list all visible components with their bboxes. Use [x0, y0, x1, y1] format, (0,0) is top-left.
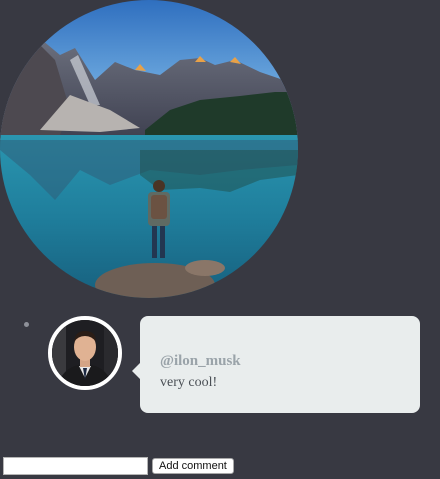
- comment-input[interactable]: [3, 457, 148, 475]
- comment-item: @ilon_musk very cool!: [0, 310, 440, 420]
- mountain-lake-hiker-image: [0, 0, 298, 298]
- list-bullet: [24, 322, 29, 327]
- add-comment-form: Add comment: [3, 456, 234, 476]
- user-avatar-image: [52, 320, 118, 386]
- comment-bubble: @ilon_musk very cool!: [132, 316, 420, 413]
- comment-list: @ilon_musk very cool!: [0, 310, 440, 420]
- comment-username[interactable]: @ilon_musk: [160, 352, 400, 370]
- hero-photo: [0, 0, 298, 298]
- comment-text: very cool!: [160, 375, 218, 390]
- avatar: [48, 316, 122, 390]
- add-comment-button[interactable]: Add comment: [152, 458, 234, 474]
